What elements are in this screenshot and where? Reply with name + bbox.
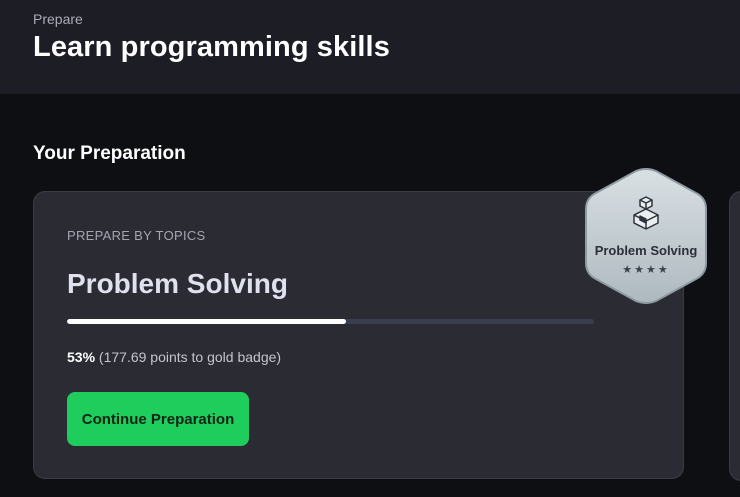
progress-percent: 53% <box>67 349 96 365</box>
section-title: Your Preparation <box>33 143 186 164</box>
progress-detail: (177.69 points to gold badge) <box>98 349 282 365</box>
progress-bar-fill <box>67 319 347 324</box>
continue-preparation-button[interactable]: Continue Preparation <box>67 392 249 446</box>
badge-label: Problem Solving <box>594 243 698 258</box>
page-title: Learn programming skills <box>33 31 390 63</box>
breadcrumb[interactable]: Prepare <box>33 11 83 27</box>
badge-stars: ★★★★ <box>622 264 670 276</box>
progress-bar <box>67 319 594 324</box>
badge-hexagon-icon <box>585 168 707 304</box>
next-card-edge[interactable] <box>729 191 740 481</box>
progress-text: 53% (177.69 points to gold badge) <box>67 349 281 365</box>
page-header: Prepare Learn programming skills <box>0 0 740 94</box>
topic-title: Problem Solving <box>67 268 288 299</box>
problem-solving-badge[interactable]: Problem Solving ★★★★ <box>584 168 708 304</box>
card-eyebrow: PREPARE BY TOPICS <box>67 228 206 243</box>
